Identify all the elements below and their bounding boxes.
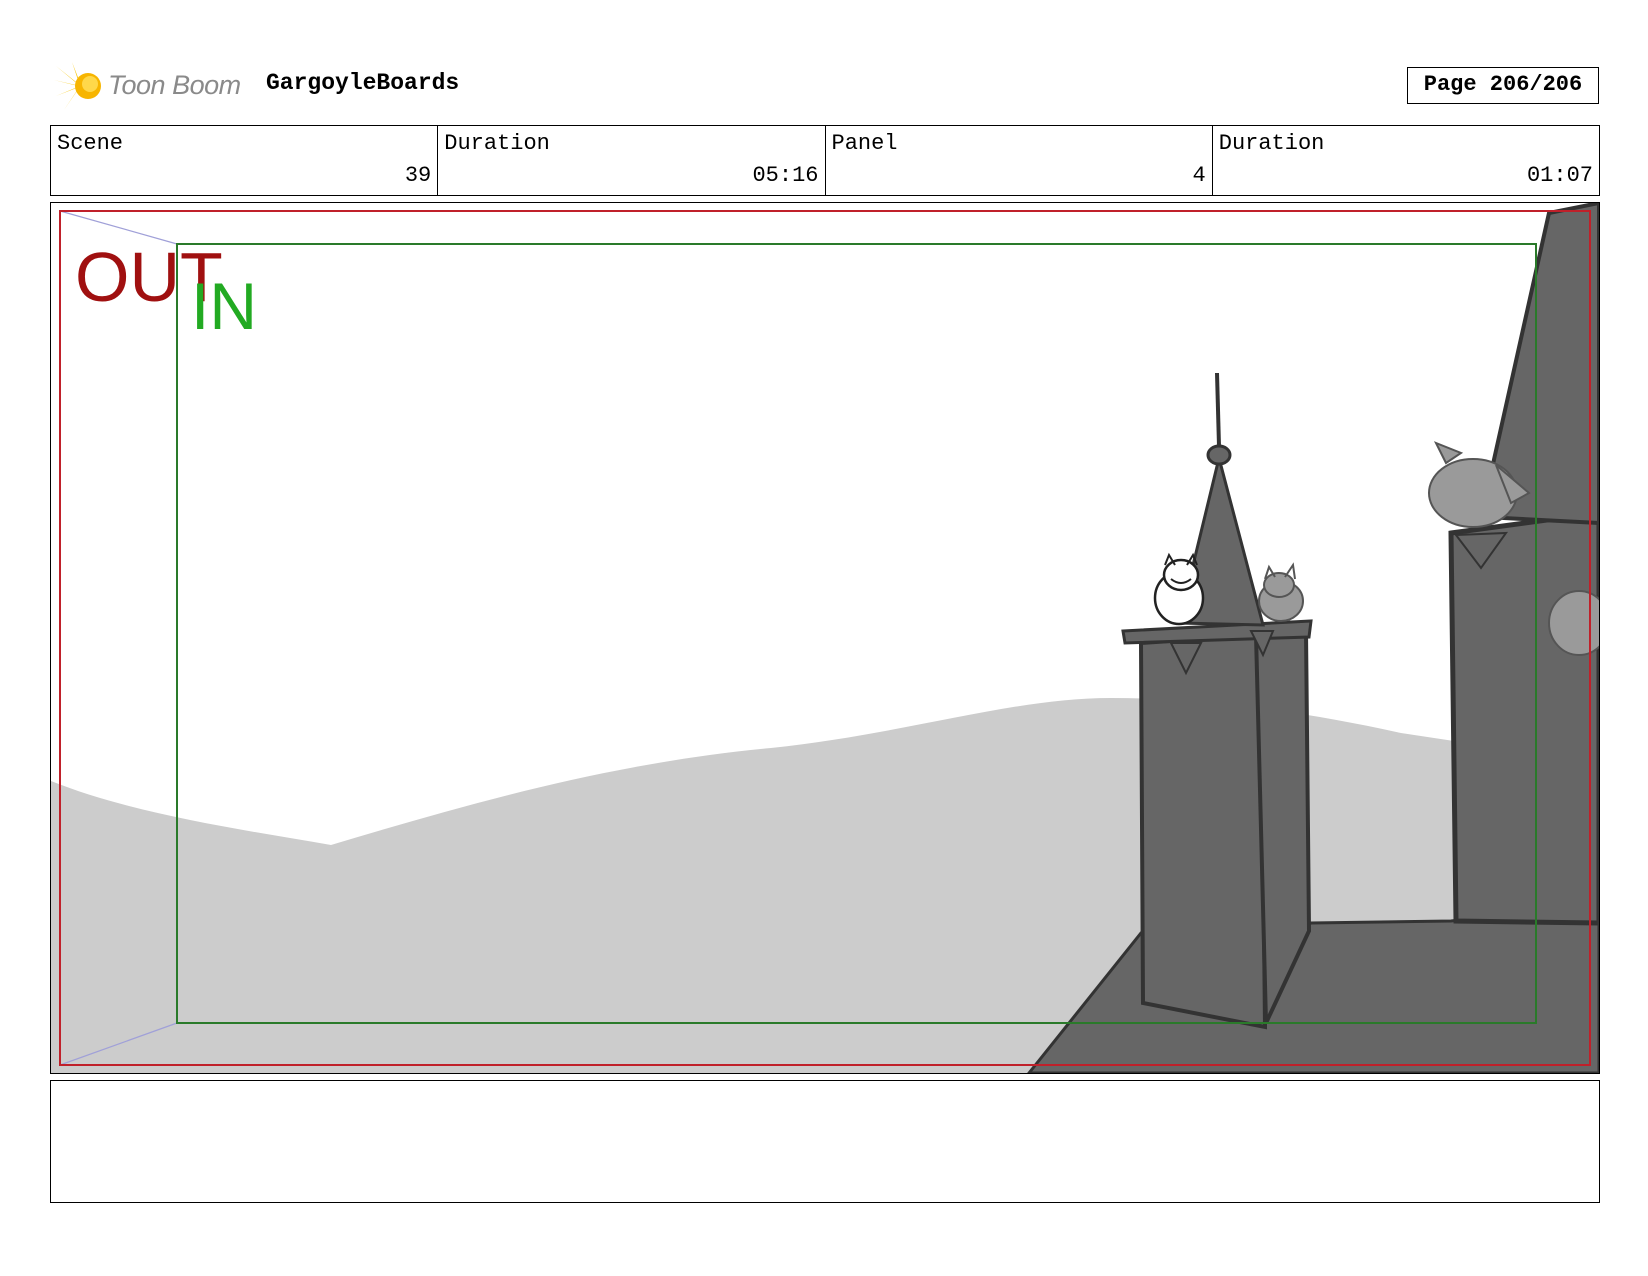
gargoyle-character-gray [1258,562,1304,622]
gargoyle-edge-right [1548,590,1599,656]
scene-info-table: Scene 39 Duration 05:16 Panel 4 Duration… [50,125,1600,196]
scene-duration-value: 05:16 [752,163,819,188]
left-tower [1121,372,1313,1030]
toon-boom-logo: Toon Boom [52,58,252,114]
scene-cell: Scene 39 [51,126,439,195]
panel-duration-label: Duration [1218,131,1325,156]
page-indicator: Page 206/206 [1407,67,1599,104]
panel-notes-box [50,1080,1600,1203]
panel-cell: Panel 4 [826,126,1213,195]
panel-drawing: OUT IN [51,203,1599,1073]
scene-label: Scene [57,131,124,156]
scene-value: 39 [404,163,432,188]
panel-value: 4 [1192,163,1206,188]
panel-duration-value: 01:07 [1526,163,1593,188]
panel-label: Panel [831,131,898,156]
panel-duration-cell: Duration 01:07 [1213,126,1599,195]
scene-duration-cell: Duration 05:16 [438,126,826,195]
starburst-icon [54,62,101,110]
scene-duration-label: Duration [444,131,550,156]
right-tower [1448,203,1599,926]
in-frame-label: IN [191,269,257,343]
logo-text: Toon Boom [108,70,241,100]
storyboard-panel: OUT IN [50,202,1600,1074]
project-name: GargoyleBoards [266,70,460,96]
